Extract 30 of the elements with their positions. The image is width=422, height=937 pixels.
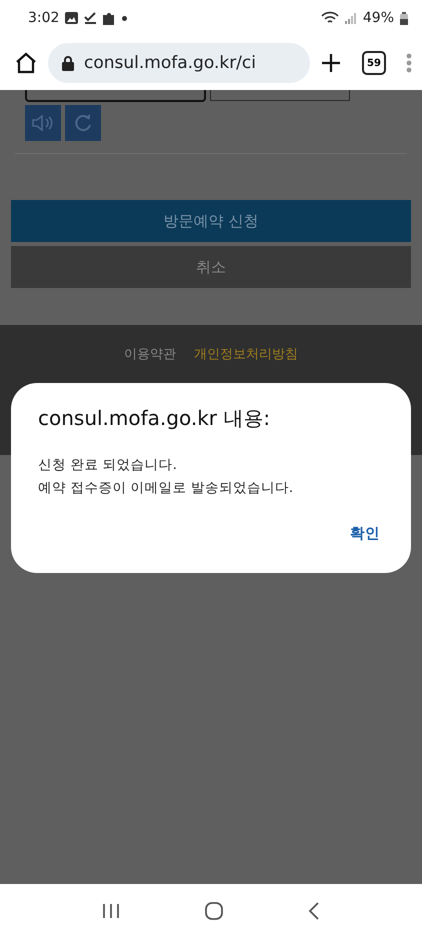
- dot-icon: [122, 16, 128, 20]
- home-icon[interactable]: [14, 51, 38, 75]
- image-icon: [65, 12, 78, 24]
- refresh-icon: [73, 113, 93, 133]
- lock-icon: [62, 56, 74, 70]
- battery-icon: [400, 12, 408, 24]
- speaker-icon: [32, 114, 54, 132]
- footer-link[interactable]: 이용약관: [124, 345, 176, 363]
- input-field[interactable]: [210, 90, 350, 101]
- dialog-message: 신청 완료 되었습니다.: [38, 456, 178, 475]
- recent-apps-icon[interactable]: [102, 902, 120, 918]
- submit-button[interactable]: 방문예약 신청: [11, 200, 411, 242]
- clock: 3:02: [28, 10, 60, 26]
- footer-link[interactable]: 개인정보처리방침: [194, 345, 298, 363]
- cancel-button[interactable]: 취소: [11, 246, 411, 288]
- home-button-icon[interactable]: [204, 902, 223, 920]
- plus-icon[interactable]: [320, 52, 342, 74]
- address-bar[interactable]: consul.mofa.go.kr/ci: [48, 43, 310, 83]
- tab-count-button[interactable]: 59: [362, 51, 386, 75]
- more-icon[interactable]: [406, 53, 412, 73]
- ok-button[interactable]: 확인: [350, 524, 380, 543]
- checkmark-icon: [84, 12, 98, 24]
- url-text: consul.mofa.go.kr/ci: [84, 53, 256, 73]
- dialog-message: 예약 접수증이 이메일로 발송되었습니다.: [38, 479, 294, 498]
- wifi-icon: [320, 11, 339, 25]
- battery-percent: 49%: [362, 10, 394, 26]
- back-icon[interactable]: [308, 902, 320, 920]
- input-field[interactable]: [25, 90, 206, 102]
- dialog-title: consul.mofa.go.kr 내용:: [38, 405, 272, 432]
- signal-icon: [344, 12, 357, 24]
